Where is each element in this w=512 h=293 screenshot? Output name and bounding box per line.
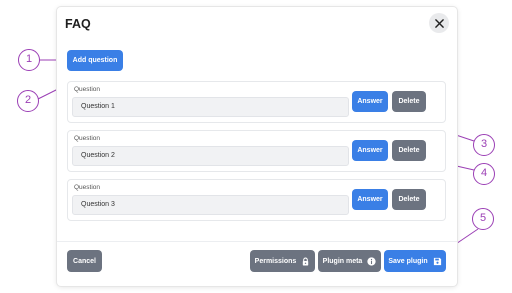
permissions-label: Permissions xyxy=(254,257,297,265)
permissions-button[interactable]: Permissions xyxy=(250,250,315,272)
callout-2: 2 xyxy=(17,90,39,112)
question-card: Question Question 2 Answer Delete xyxy=(67,130,446,172)
cancel-button[interactable]: Cancel xyxy=(67,250,102,272)
question-label: Question xyxy=(74,184,101,191)
dialog-title: FAQ xyxy=(65,17,91,31)
plugin-meta-label: Plugin meta xyxy=(322,257,363,265)
save-plugin-label: Save plugin xyxy=(388,257,428,265)
plugin-meta-button[interactable]: Plugin meta xyxy=(318,250,381,272)
question-input[interactable]: Question 2 xyxy=(72,146,349,166)
delete-button[interactable]: Delete xyxy=(392,140,426,161)
save-icon xyxy=(433,257,442,266)
lock-icon xyxy=(301,257,310,266)
answer-button[interactable]: Answer xyxy=(352,91,388,112)
footer-divider xyxy=(57,241,457,242)
question-label: Question xyxy=(74,135,101,142)
delete-button[interactable]: Delete xyxy=(392,189,426,210)
answer-button[interactable]: Answer xyxy=(352,140,388,161)
callout-3: 3 xyxy=(473,134,495,156)
callout-5: 5 xyxy=(472,208,494,230)
close-button[interactable] xyxy=(429,13,449,33)
question-label: Question xyxy=(74,86,101,93)
delete-button[interactable]: Delete xyxy=(392,91,426,112)
add-question-button[interactable]: Add question xyxy=(67,50,123,71)
answer-button[interactable]: Answer xyxy=(352,189,388,210)
callout-4: 4 xyxy=(473,163,495,185)
callout-1: 1 xyxy=(18,49,40,71)
close-icon xyxy=(434,18,444,28)
info-icon xyxy=(367,256,376,266)
question-input[interactable]: Question 1 xyxy=(72,97,349,117)
question-card: Question Question 3 Answer Delete xyxy=(67,179,446,221)
question-input[interactable]: Question 3 xyxy=(72,195,349,215)
question-card: Question Question 1 Answer Delete xyxy=(67,81,446,123)
save-plugin-button[interactable]: Save plugin xyxy=(384,250,446,272)
faq-dialog: FAQ Add question Question Question 1 Ans… xyxy=(57,7,457,286)
